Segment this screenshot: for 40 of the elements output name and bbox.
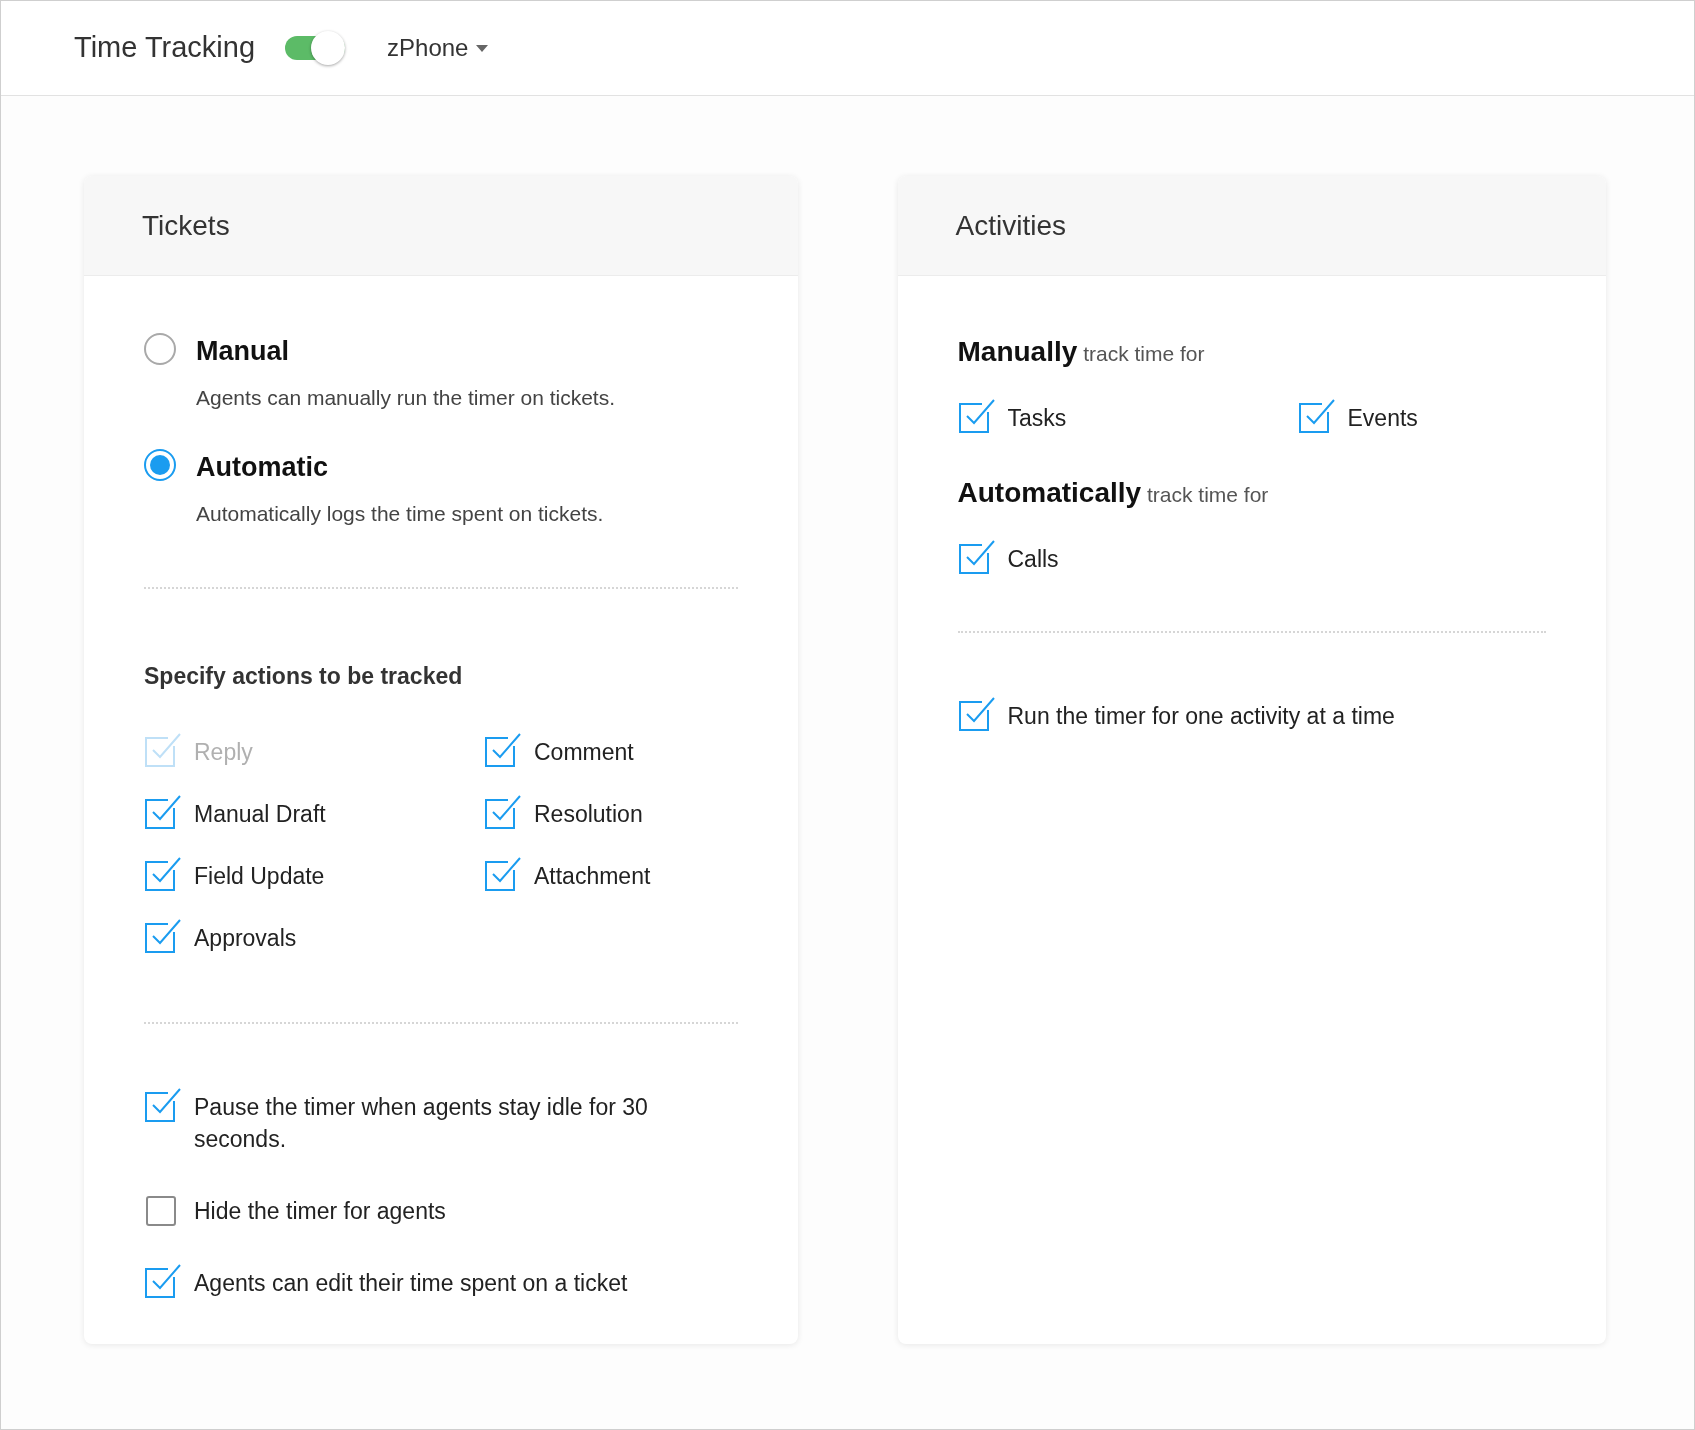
radio-button[interactable]: [144, 449, 176, 481]
checked-checkbox-icon[interactable]: [144, 1262, 182, 1299]
checkbox-label: Field Update: [194, 861, 325, 891]
card-title: Tickets: [142, 208, 230, 243]
checked-checkbox-icon[interactable]: [144, 855, 182, 892]
section-heading: Specify actions to be tracked: [144, 662, 464, 691]
checked-checkbox-icon[interactable]: [957, 398, 996, 434]
checkbox-label: Run the timer for one activity at a time: [1007, 702, 1395, 731]
page-title: Time Tracking: [74, 30, 256, 66]
option-description: Automatically logs the time spent on tickets.: [196, 500, 604, 527]
checkbox-label: Pause the timer when agents stay idle for 30 seconds.: [194, 1092, 649, 1154]
option-title: Automatic: [196, 451, 329, 484]
checkbox-label: Attachment: [534, 861, 651, 891]
checked-checkbox-icon[interactable]: [484, 793, 522, 830]
option-title: Manual: [196, 335, 290, 368]
checkbox-label: Hide the timer for agents: [194, 1196, 446, 1226]
department-dropdown[interactable]: zPhone: [387, 30, 489, 66]
checkbox-label: Comment: [534, 737, 634, 767]
checked-checkbox-icon[interactable]: [144, 917, 182, 954]
checked-checkbox-icon[interactable]: [144, 1086, 182, 1123]
checkbox-label: Tasks: [1007, 404, 1067, 433]
checkbox-label: Resolution: [534, 799, 643, 829]
checked-checkbox-icon[interactable]: [484, 855, 522, 892]
section-heading: Automatically track time for: [957, 476, 1270, 510]
checked-checkbox-icon[interactable]: [957, 539, 996, 575]
checkbox-label: Agents can edit their time spent on a ticket: [194, 1268, 628, 1298]
option-description: Agents can manually run the timer on tickets.: [196, 384, 616, 411]
checked-checkbox-icon[interactable]: [144, 793, 182, 830]
checkbox-label: Events: [1347, 404, 1418, 433]
checked-checkbox-icon[interactable]: [1297, 398, 1336, 434]
checkbox-label: Reply: [194, 737, 253, 767]
radio-button[interactable]: [144, 333, 176, 365]
section-heading: Manually track time for: [957, 335, 1206, 369]
card-title: Activities: [955, 208, 1066, 243]
checkbox-label: Manual Draft: [194, 799, 326, 829]
checkbox-label: Approvals: [194, 923, 297, 953]
checked-checkbox-icon[interactable]: [484, 731, 522, 768]
checkbox-label: Calls: [1007, 545, 1059, 574]
caret-icon: [476, 44, 489, 52]
checked-checkbox-icon[interactable]: [957, 696, 996, 732]
